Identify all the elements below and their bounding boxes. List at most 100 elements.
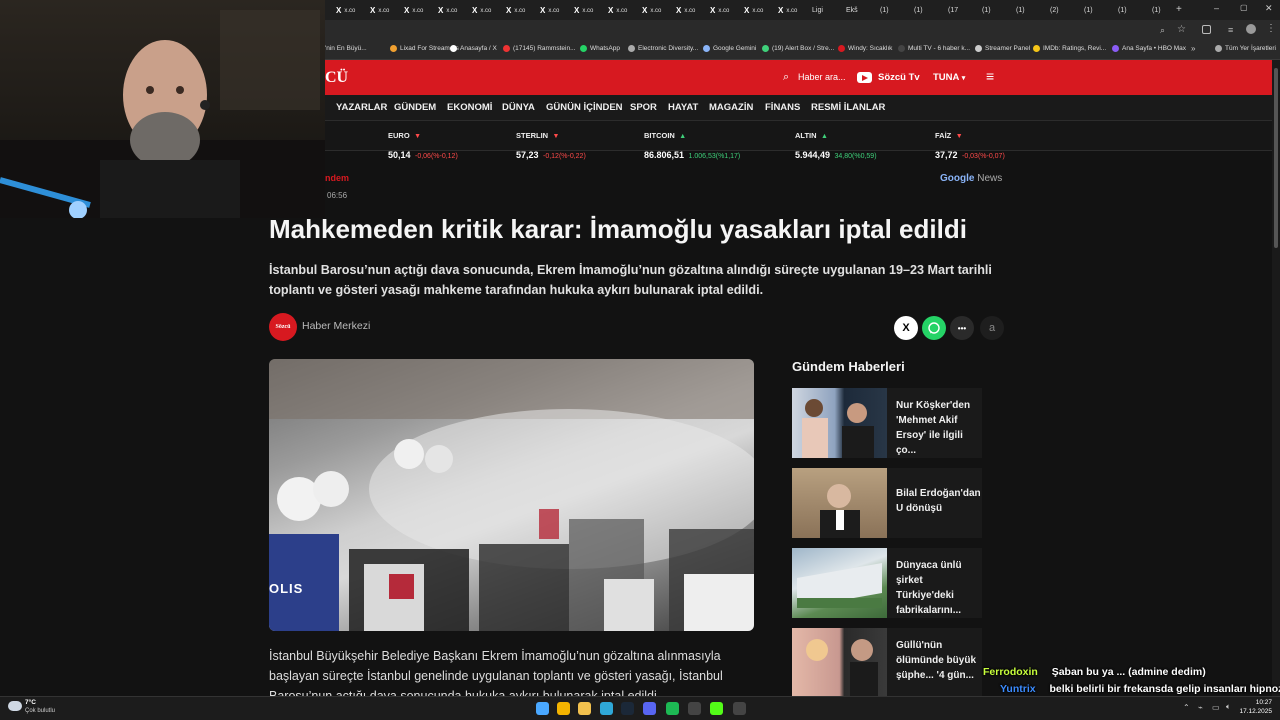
bookmark-item[interactable]: Ana Sayfa • HBO Max [1112,45,1186,52]
bookmark-item[interactable]: Anasayfa / X [450,45,497,52]
browser-tab[interactable]: Xx.co [639,3,664,18]
steam-icon[interactable] [621,702,634,715]
browser-tab[interactable]: Xx.co [503,3,528,18]
nav-item[interactable]: RESMİ İLANLAR [811,102,885,113]
chrome-icon[interactable] [557,702,570,715]
file-explorer-icon[interactable] [578,702,591,715]
sozcu-tv-link[interactable]: Sözcü Tv [878,72,920,83]
site-search-input[interactable]: Haber ara... [798,72,846,82]
nav-item[interactable]: GÜNDEM [394,102,436,113]
new-tab-button[interactable]: + [1176,4,1182,15]
sidebar-news-item[interactable]: Güllü'nün ölümünde büyük şüphe... '4 gün… [792,628,982,698]
bookmark-item[interactable]: IMDb: Ratings, Revi... [1033,45,1106,52]
page-scrollbar[interactable] [1272,60,1280,696]
nav-item[interactable]: YAZARLAR [336,102,387,113]
font-size-button[interactable]: a [980,316,1004,340]
ticker-item[interactable]: FAİZ ▼ 37,72 -0,03(%-0,07) [935,125,1005,163]
search-icon[interactable]: ⌕ [783,71,789,84]
browser-tab[interactable]: (1) [979,3,994,18]
author-avatar[interactable]: Sözcü [269,313,297,341]
epic-icon[interactable] [688,702,701,715]
bookmark-item[interactable]: Streamer Panel [975,45,1030,52]
close-window-button[interactable]: ✕ [1265,3,1273,14]
scrollbar-thumb[interactable] [1274,68,1278,248]
edge-icon[interactable] [600,702,613,715]
browser-tab[interactable]: (1) [1013,3,1028,18]
browser-tab[interactable]: Xx.co [741,3,766,18]
browser-tab[interactable]: Xx.co [367,3,392,18]
nav-item[interactable]: DÜNYA [502,102,535,113]
maximize-button[interactable]: ▢ [1240,3,1248,12]
browser-tab[interactable]: Ligi [809,3,826,18]
ticker-item[interactable]: ALTIN ▲ 5.944,49 34,80(%0,59) [795,125,877,163]
browser-tab[interactable]: Xx.co [605,3,630,18]
nav-item[interactable]: FİNANS [765,102,800,113]
google-news-link[interactable]: Google News [940,173,1002,184]
battery-icon[interactable]: ▭ [1212,703,1220,712]
bookmark-item[interactable]: Google Gemini [703,45,756,52]
tray-chevron-icon[interactable]: ⌃ [1183,703,1190,712]
nav-item[interactable]: EKONOMİ [447,102,492,113]
browser-menu-icon[interactable]: ⋮ [1266,23,1276,34]
weather-cloud-icon[interactable] [8,701,22,711]
sidebar-news-item[interactable]: Dünyaca ünlü şirket Türkiye'deki fabrika… [792,548,982,618]
share-x-button[interactable]: X [894,316,918,340]
nav-item[interactable]: MAGAZİN [709,102,753,113]
bookmark-item[interactable]: Tüm Yer İşaretleri [1215,45,1276,52]
browser-tab[interactable]: Xx.co [435,3,460,18]
sidebar-news-item[interactable]: Bilal Erdoğan'dan U dönüşü [792,468,982,538]
volume-icon[interactable]: 🔈︎ [1226,702,1231,712]
profile-avatar[interactable] [1246,24,1256,34]
extensions-icon[interactable] [1202,25,1211,34]
kick-icon[interactable] [710,702,723,715]
spotify-icon[interactable] [666,702,679,715]
tab-search-icon[interactable]: ≡ [1228,25,1233,35]
browser-tab[interactable]: Xx.co [707,3,732,18]
bookmark-item[interactable]: Windy: Sıcaklık [838,45,892,52]
browser-tab[interactable]: Xx.co [775,3,800,18]
browser-tab[interactable]: (1) [1115,3,1130,18]
share-whatsapp-button[interactable] [922,316,946,340]
sidebar-news-item[interactable]: Nur Köşker'den 'Mehmet Akif Ersoy' ile i… [792,388,982,458]
discord-icon[interactable] [643,702,656,715]
browser-tab[interactable]: Xx.co [469,3,494,18]
browser-tab[interactable]: (17 [945,3,961,18]
nav-item[interactable]: HAYAT [668,102,698,113]
ticker-item[interactable]: BITCOIN ▲ 86.806,51 1.006,53(%1,17) [644,125,740,163]
bookmark-item[interactable]: Lixad For Streamers [390,45,459,52]
browser-tab[interactable]: (1) [1081,3,1096,18]
user-menu[interactable]: TUNA ▾ [933,72,965,83]
bookmark-item[interactable]: 'nin En Büyü... [325,45,367,52]
bookmarks-overflow-button[interactable]: » [1191,44,1195,53]
clock-time[interactable]: 10:27 [1242,699,1272,706]
browser-tab[interactable]: (1) [911,3,926,18]
site-logo[interactable]: CÜ [325,69,348,87]
clock-date[interactable]: 17.12.2025 [1238,708,1272,715]
weather-desc[interactable]: Çok bulutlu [25,708,55,714]
browser-tab[interactable]: (1) [877,3,892,18]
browser-tab[interactable]: Xx.co [571,3,596,18]
browser-tab[interactable]: Xx.co [401,3,426,18]
minimize-button[interactable]: – [1214,3,1219,13]
browser-tab[interactable]: (1) [1149,3,1164,18]
browser-tab[interactable]: Ekš [843,3,861,18]
bookmark-item[interactable]: Electronic Diversity... [628,45,698,52]
bookmark-item[interactable]: Multi TV - 6 haber k... [898,45,970,52]
network-icon[interactable]: ⌁ [1198,703,1203,712]
author-name[interactable]: Haber Merkezi [302,320,370,332]
nav-item[interactable]: SPOR [630,102,657,113]
browser-tab[interactable]: Xx.co [537,3,562,18]
obs-icon[interactable] [733,702,746,715]
nav-item[interactable]: GÜNÜN İÇİNDEN [546,102,623,113]
bookmark-star-icon[interactable]: ☆ [1177,24,1186,35]
bookmark-item[interactable]: (19) Alert Box / Stre... [762,45,834,52]
start-icon[interactable] [536,702,549,715]
bookmark-item[interactable]: WhatsApp [580,45,620,52]
zoom-icon[interactable]: ⌕ [1160,25,1165,36]
hamburger-menu-icon[interactable]: ≡ [986,68,994,84]
article-category[interactable]: ndem [325,173,349,183]
share-more-button[interactable]: ••• [950,316,974,340]
ticker-item[interactable]: STERLIN ▼ 57,23 -0,12(%-0,22) [516,125,586,163]
weather-temp[interactable]: 7°C [25,699,36,706]
browser-tab[interactable]: (2) [1047,3,1062,18]
